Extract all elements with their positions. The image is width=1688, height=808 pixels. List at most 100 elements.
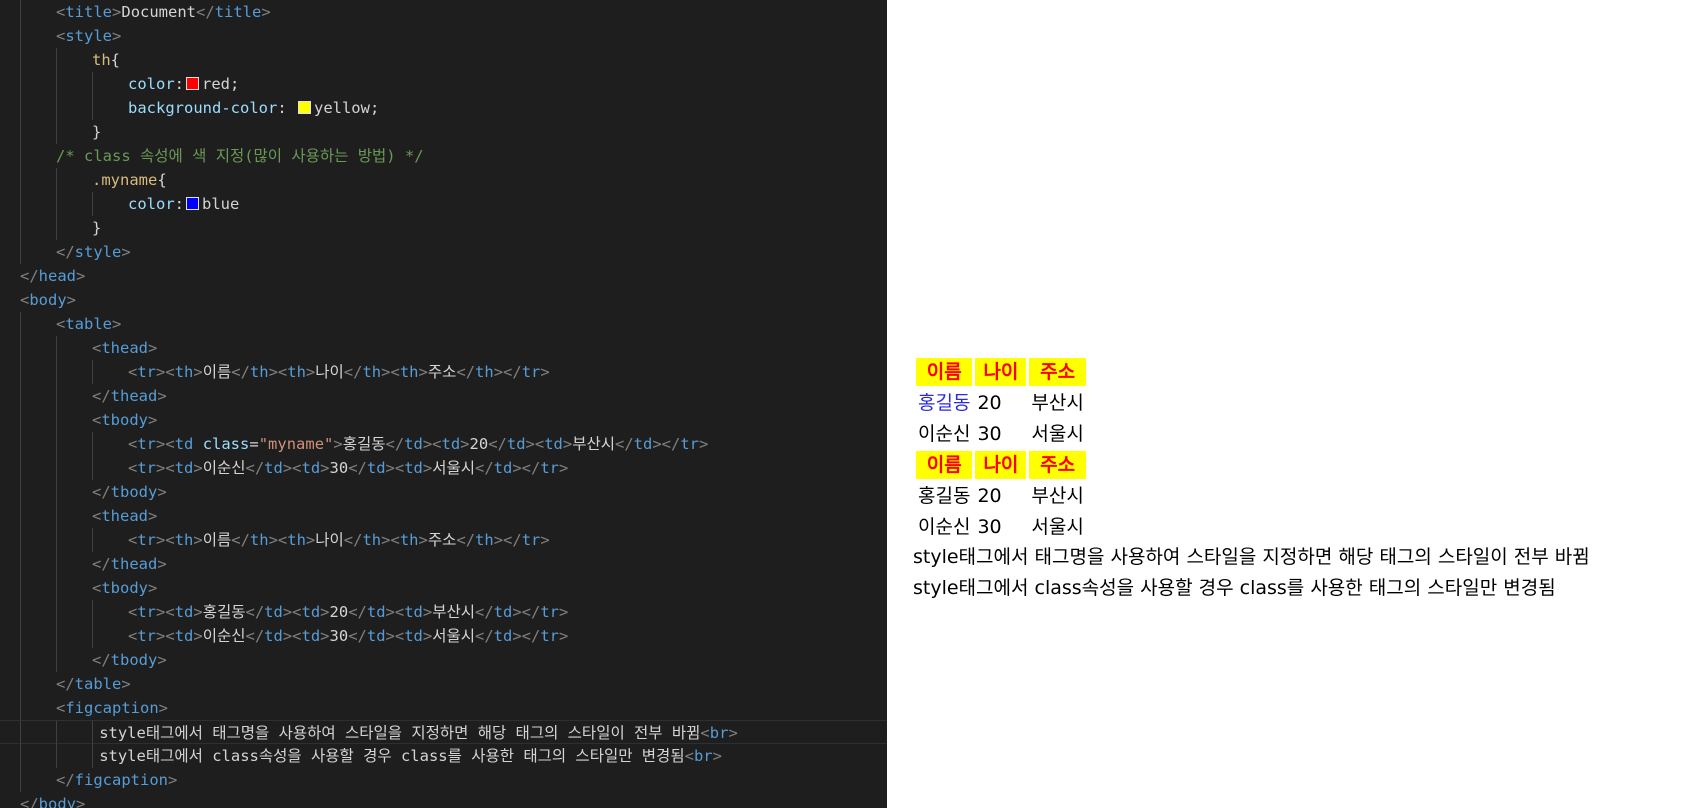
code-line[interactable]: <tr><td>홍길동</td><td>20</td><td>부산시</td><… bbox=[0, 600, 887, 624]
code-token-punct: > bbox=[148, 507, 158, 525]
code-token-tag: td bbox=[174, 603, 194, 621]
code-line[interactable]: background-color: yellow; bbox=[0, 96, 887, 120]
color-swatch-icon[interactable] bbox=[297, 101, 311, 114]
code-line[interactable]: <title>Document</title> bbox=[0, 0, 887, 24]
code-token-tag: tbody bbox=[101, 579, 149, 597]
indent-guide bbox=[20, 576, 21, 600]
code-line[interactable]: color: red; bbox=[0, 72, 887, 96]
code-line[interactable]: </body> bbox=[0, 792, 887, 808]
code-line[interactable]: <tbody> bbox=[0, 408, 887, 432]
indent-guide bbox=[20, 432, 21, 456]
code-line[interactable]: <thead> bbox=[0, 504, 887, 528]
code-line[interactable]: </table> bbox=[0, 672, 887, 696]
code-token-tag: td bbox=[493, 603, 513, 621]
code-token-punct: >< bbox=[156, 603, 175, 621]
code-token-val: blue bbox=[202, 195, 240, 213]
color-swatch-icon[interactable] bbox=[186, 77, 200, 90]
code-token-punct: </ bbox=[231, 531, 250, 549]
code-token-sel: th bbox=[92, 51, 111, 69]
code-line[interactable]: color: blue bbox=[0, 192, 887, 216]
cell-address: 서울시 bbox=[1031, 423, 1084, 445]
code-token-punct: > bbox=[422, 603, 433, 621]
code-token-punct: </ bbox=[475, 603, 494, 621]
code-line[interactable]: <tr><th>이름</th><th>나이</th><th>주소</th></t… bbox=[0, 528, 887, 552]
code-line[interactable]: <tr><td>이순신</td><td>30</td><td>서울시</td><… bbox=[0, 624, 887, 648]
code-token-punct: </ bbox=[92, 555, 111, 573]
code-token-tag: tr bbox=[137, 363, 157, 381]
code-line[interactable]: </tbody> bbox=[0, 480, 887, 504]
code-token-punct: < bbox=[56, 27, 66, 45]
code-token-punct: >< bbox=[385, 603, 405, 621]
code-token-punct: </ bbox=[92, 651, 111, 669]
indent-guide bbox=[56, 216, 57, 240]
code-line[interactable]: <tr><th>이름</th><th>나이</th><th>주소</th></t… bbox=[0, 360, 887, 384]
code-token-punct: > bbox=[728, 724, 738, 742]
code-token-punct: > bbox=[66, 291, 77, 309]
code-token-punct: < bbox=[92, 411, 102, 429]
code-token-tag: td bbox=[544, 435, 563, 453]
code-token-prop: background-color bbox=[128, 99, 278, 117]
code-content: th{ bbox=[92, 48, 120, 72]
code-line[interactable]: </thead> bbox=[0, 552, 887, 576]
caption-line-2: style태그에서 class속성을 사용할 경우 class를 사용한 태그의… bbox=[913, 577, 1556, 599]
indent-guide bbox=[56, 744, 57, 768]
code-token-tag: table bbox=[65, 315, 113, 333]
figcaption: style태그에서 태그명을 사용하여 스타일을 지정하면 해당 태그의 스타일… bbox=[913, 542, 1590, 604]
code-line[interactable]: </tbody> bbox=[0, 648, 887, 672]
code-line[interactable]: <style> bbox=[0, 24, 887, 48]
code-line[interactable]: <thead> bbox=[0, 336, 887, 360]
code-line[interactable]: .myname{ bbox=[0, 168, 887, 192]
code-token-punct: </ bbox=[456, 363, 476, 381]
code-line[interactable]: th{ bbox=[0, 48, 887, 72]
indent-guide bbox=[20, 624, 21, 648]
table-head-2: 이름 나이 주소 bbox=[916, 451, 1086, 479]
code-token-tag: td bbox=[174, 435, 203, 453]
code-editor[interactable]: <title>Document</title> <style> th{color: r… bbox=[0, 0, 887, 808]
code-token-punct: </ bbox=[488, 435, 507, 453]
code-token-punct: > bbox=[121, 675, 131, 693]
code-token-text: 주소 bbox=[427, 363, 457, 381]
code-token-tag: th bbox=[399, 363, 419, 381]
code-line[interactable]: } bbox=[0, 120, 887, 144]
code-line[interactable]: /* class 속성에 색 지정(많이 사용하는 방법) */ bbox=[0, 144, 887, 168]
cell-age: 30 bbox=[977, 516, 1002, 538]
cell-name: 홍길동 bbox=[918, 485, 971, 507]
header-row: 이름 나이 주소 bbox=[916, 451, 1086, 479]
code-token-punct: </ bbox=[475, 459, 494, 477]
code-token-tag: head bbox=[38, 267, 76, 285]
code-line[interactable]: <figcaption> bbox=[0, 696, 887, 720]
code-line[interactable]: <table> bbox=[0, 312, 887, 336]
code-content: <body> bbox=[20, 288, 76, 312]
code-token-tag: tr bbox=[540, 627, 560, 645]
code-line[interactable]: </thead> bbox=[0, 384, 887, 408]
code-line[interactable]: <tbody> bbox=[0, 576, 887, 600]
cell-address: 서울시 bbox=[1031, 516, 1084, 538]
code-line[interactable]: </figcaption> bbox=[0, 768, 887, 792]
code-line[interactable]: <body> bbox=[0, 288, 887, 312]
code-line[interactable]: <tr><td class="myname">홍길동</td><td>20</t… bbox=[0, 432, 887, 456]
code-token-punct: </ bbox=[92, 387, 111, 405]
indent-guide bbox=[20, 384, 21, 408]
code-token-tag: br bbox=[693, 747, 713, 765]
color-swatch-icon[interactable] bbox=[186, 197, 200, 210]
code-line[interactable]: style태그에서 class속성을 사용할 경우 class를 사용한 태그의… bbox=[0, 744, 887, 768]
indent-guide bbox=[20, 216, 21, 240]
code-line[interactable]: <tr><td>이순신</td><td>30</td><td>서울시</td><… bbox=[0, 456, 887, 480]
code-content: } bbox=[92, 120, 101, 144]
code-line[interactable]: style태그에서 태그명을 사용하여 스타일을 지정하면 해당 태그의 스타일… bbox=[0, 720, 887, 745]
code-token-tag: tbody bbox=[110, 483, 158, 501]
code-token-punct: >< bbox=[156, 531, 175, 549]
code-line[interactable]: } bbox=[0, 216, 887, 240]
code-token-punct: </ bbox=[231, 363, 250, 381]
code-line[interactable]: </head> bbox=[0, 264, 887, 288]
code-token-punct: > bbox=[261, 3, 271, 21]
indent-guide bbox=[20, 648, 21, 672]
indent-guide bbox=[92, 456, 93, 480]
code-line[interactable]: </style> bbox=[0, 240, 887, 264]
code-token-text: 서울시 bbox=[432, 459, 475, 477]
code-content: <thead> bbox=[92, 504, 157, 528]
code-token-punct: </ bbox=[456, 531, 476, 549]
code-token-punct: < bbox=[700, 724, 710, 742]
indent-guide bbox=[20, 96, 21, 120]
indent-guide bbox=[56, 456, 57, 480]
